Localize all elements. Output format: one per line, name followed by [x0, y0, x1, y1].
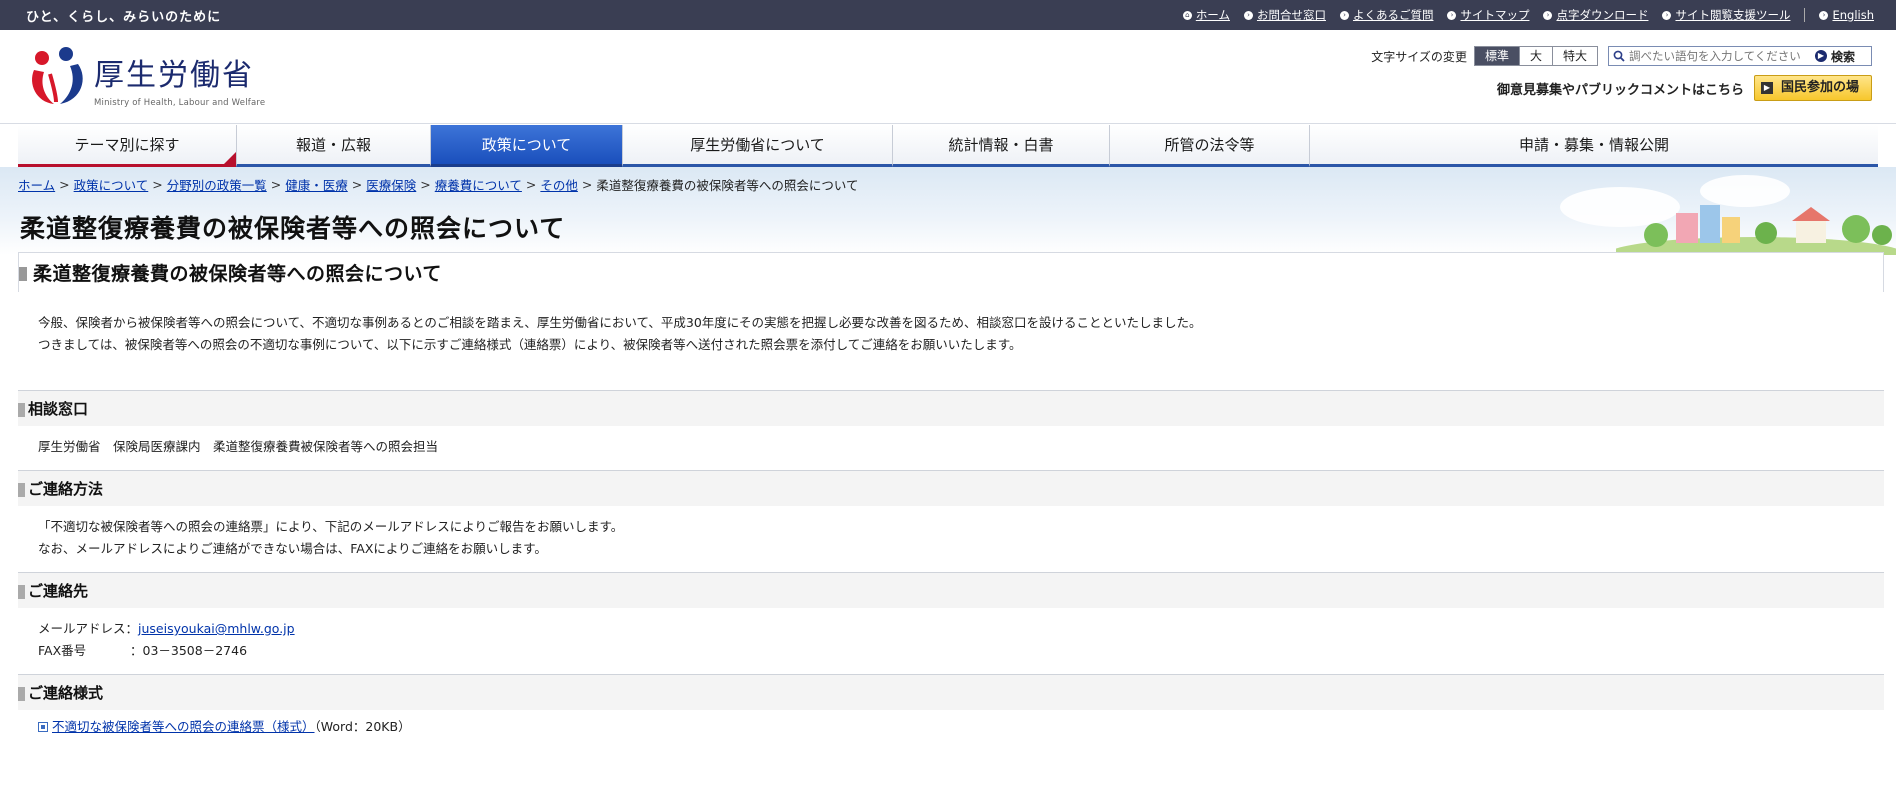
home-icon: ⌂ [1182, 10, 1192, 20]
font-size-large-button[interactable]: 大 [1518, 46, 1553, 66]
bullet-icon: › [1447, 10, 1457, 20]
section-heading: ご連絡様式 [28, 684, 104, 702]
bullet-icon: › [1243, 10, 1253, 20]
arrow-right-icon: ▶ [1760, 82, 1773, 94]
heading-marker-icon [19, 267, 27, 281]
font-size-label: 文字サイズの変更 [1371, 49, 1467, 64]
section-heading: 相談窓口 [28, 400, 89, 418]
logo-en-text: Ministry of Health, Labour and Welfare [94, 98, 266, 108]
heading-marker-icon [18, 585, 25, 599]
nav-item-applications[interactable]: 申請・募集・情報公開 [1309, 125, 1878, 167]
breadcrumb-link[interactable]: 健康・医療 [285, 175, 348, 194]
nav-item-statistics[interactable]: 統計情報・白書 [892, 125, 1109, 167]
breadcrumb: ホーム > 政策について > 分野別の政策一覧 > 健康・医療 > 医療保険 > 療養費に… [18, 175, 859, 194]
bullet-icon: › [1543, 10, 1553, 20]
title-banner: ホーム > 政策について > 分野別の政策一覧 > 健康・医療 > 医療保険 > 療養費に… [0, 167, 1896, 255]
breadcrumb-current: 柔道整復療養費の被保険者等への照会について [596, 178, 859, 193]
chevron-right-icon: > [420, 177, 431, 192]
top-link-contact[interactable]: › お問合せ窓口 [1243, 7, 1326, 23]
public-participation-button[interactable]: ▶ 国民参加の場 [1753, 75, 1872, 101]
section-consult: 相談窓口 厚生労働省 保険局医療課内 柔道整復療養費被保険者等への照会担当 [18, 390, 1884, 470]
bullet-icon: › [1819, 10, 1829, 20]
chevron-right-icon: > [525, 177, 537, 192]
intro-text: 今般、保険者から被保険者等への照会について、不適切な事例あるとのご相談を踏まえ、… [38, 315, 1202, 352]
tagline: ひと、くらし、みらいのために [26, 9, 222, 25]
mhlw-logo-icon [28, 44, 88, 110]
main-content: 柔道整復療養費の被保険者等への照会について 今般、保険者から被保険者等への照会に… [0, 252, 1896, 750]
global-nav: テーマ別に探す 報道・広報 政策について 厚生労働省について 統計情報・白書 所… [0, 125, 1896, 167]
top-link-braille[interactable]: › 点字ダウンロード [1543, 7, 1648, 23]
section-heading-box: 柔道整復療養費の被保険者等への照会について [18, 252, 1884, 292]
section-heading: ご連絡方法 [28, 480, 104, 498]
email-link[interactable]: juseisyoukai@mhlw.go.jp [138, 618, 295, 640]
search-input[interactable] [1629, 47, 1805, 65]
section-form: ご連絡様式 不適切な被保険者等への照会の連絡票（様式）（Word：20KB） [18, 674, 1884, 750]
heading-marker-icon [18, 403, 25, 417]
site-logo[interactable]: 厚生労働省 Ministry of Health, Labour and Wel… [28, 44, 265, 110]
bullet-icon: › [1662, 10, 1672, 20]
town-illustration-icon [1616, 205, 1896, 255]
bullet-icon: › [1339, 10, 1349, 20]
search-icon [1609, 47, 1629, 65]
public-comment-text: 御意見募集やパブリックコメントはこちら [1496, 82, 1744, 98]
fax-row: FAX番号 ：03－3508－2746 [38, 640, 1884, 662]
chevron-right-icon: > [581, 177, 593, 192]
top-utility-bar: ひと、くらし、みらいのために ⌂ ホーム › お問合せ窓口 › よくあるご質問 › サイ… [0, 0, 1896, 30]
heading-marker-icon [18, 687, 25, 701]
heading-marker-icon [18, 483, 25, 497]
search-button[interactable]: ▶ 検索 [1805, 47, 1865, 65]
top-link-faq[interactable]: › よくあるご質問 [1339, 7, 1433, 23]
form-download-link[interactable]: 不適切な被保険者等への照会の連絡票（様式） [52, 719, 315, 734]
email-label: メールアドレス： [38, 621, 139, 636]
page-title: 柔道整復療養費の被保険者等への照会について [20, 214, 566, 243]
search-box: ▶検索 [1608, 46, 1872, 66]
chevron-right-icon: > [270, 177, 282, 192]
font-size-standard-button[interactable]: 標準 [1473, 46, 1520, 66]
font-size-xlarge-button[interactable]: 特大 [1551, 46, 1598, 66]
top-link-accessibility-tool[interactable]: › サイト閲覧支援ツール [1662, 7, 1790, 23]
word-document-icon [38, 722, 48, 732]
email-row: メールアドレス： juseisyoukai@mhlw.go.jp [38, 618, 1884, 640]
nav-item-theme[interactable]: テーマ別に探す [18, 125, 236, 167]
top-links: ⌂ ホーム › お問合せ窓口 › よくあるご質問 › サイトマップ › 点字ダウンロード … [1182, 7, 1874, 23]
chevron-right-icon: > [59, 177, 70, 192]
breadcrumb-link[interactable]: 医療保険 [366, 175, 416, 194]
nav-item-policy[interactable]: 政策について [430, 125, 622, 167]
dropdown-corner-icon [224, 152, 236, 164]
consult-text: 厚生労働省 保険局医療課内 柔道整復療養費被保険者等への照会担当 [38, 439, 439, 454]
chevron-right-icon: > [351, 177, 363, 192]
section-method: ご連絡方法 「不適切な被保険者等への照会の連絡票」により、下記のメールアドレスに… [18, 470, 1884, 572]
top-link-home[interactable]: ⌂ ホーム [1182, 7, 1230, 23]
fax-number: ：03－3508－2746 [130, 643, 248, 658]
chevron-right-icon: > [152, 177, 163, 192]
file-meta: （Word：20KB） [314, 719, 411, 734]
main-heading: 柔道整復療養費の被保険者等への照会について [33, 263, 442, 285]
top-link-sitemap[interactable]: › サイトマップ [1447, 7, 1529, 23]
nav-item-laws[interactable]: 所管の法令等 [1109, 125, 1309, 167]
top-link-english[interactable]: › English [1819, 8, 1874, 22]
breadcrumb-link[interactable]: 政策について [74, 175, 149, 194]
section-contact: ご連絡先 メールアドレス： juseisyoukai@mhlw.go.jp FA… [18, 572, 1884, 674]
site-header: 厚生労働省 Ministry of Health, Labour and Wel… [0, 30, 1896, 124]
logo-jp-text: 厚生労働省 [94, 58, 254, 93]
section-heading: ご連絡先 [28, 582, 89, 600]
breadcrumb-link[interactable]: その他 [540, 175, 578, 194]
nav-item-press[interactable]: 報道・広報 [236, 125, 430, 167]
breadcrumb-link[interactable]: ホーム [18, 175, 55, 194]
divider [1804, 8, 1806, 22]
nav-item-about[interactable]: 厚生労働省について [622, 125, 892, 167]
arrow-right-icon: ▶ [1814, 50, 1827, 62]
breadcrumb-link[interactable]: 療養費について [435, 175, 522, 194]
fax-label: FAX番号 [38, 643, 87, 658]
breadcrumb-link[interactable]: 分野別の政策一覧 [167, 175, 267, 194]
